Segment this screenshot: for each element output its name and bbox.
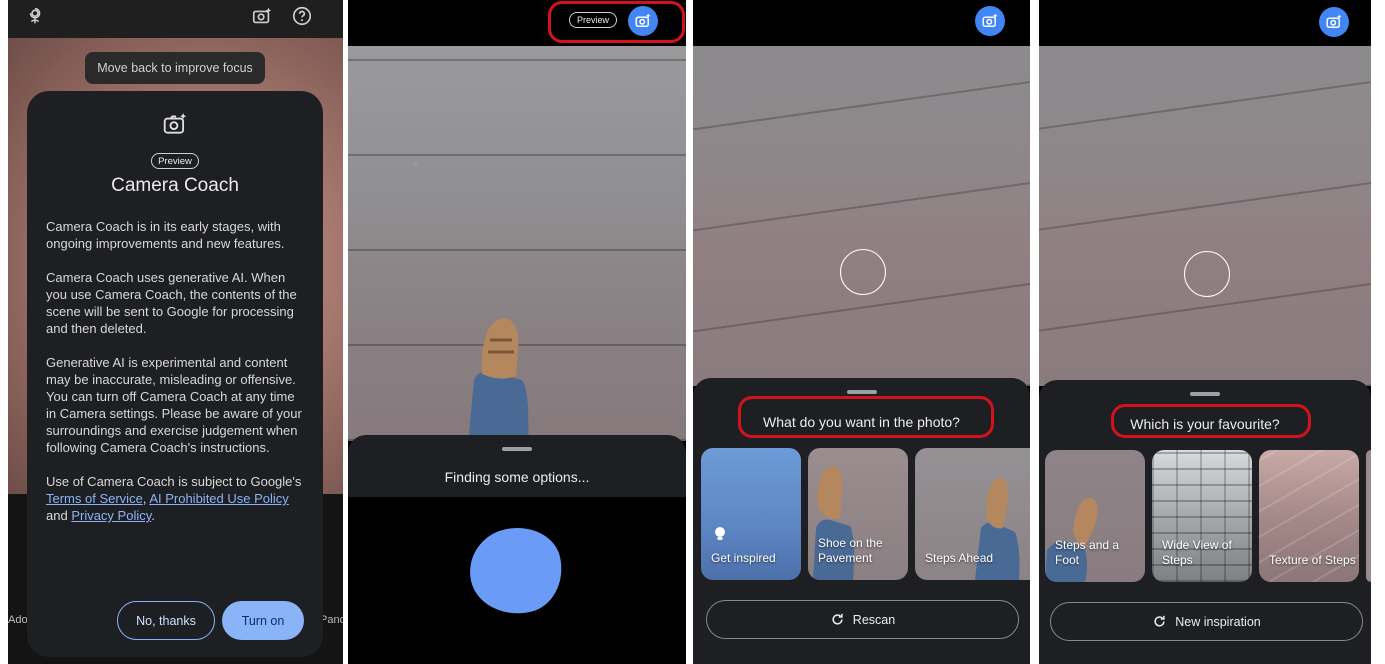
turn-on-button[interactable]: Turn on <box>222 601 304 640</box>
terms-end: . <box>151 508 155 523</box>
option-label: Shoe on the Pavement <box>818 536 883 565</box>
rescan-label: Rescan <box>852 612 896 627</box>
options-sheet: What do you want in the photo? Get inspi… <box>693 378 1030 664</box>
dialog-paragraph: Camera Coach uses generative AI. When yo… <box>46 270 297 336</box>
option-label: Get inspired <box>711 551 776 565</box>
terms-prefix: Use of Camera Coach is subject to Google… <box>46 474 302 489</box>
rescan-button[interactable]: Rescan <box>706 600 1019 639</box>
mode-label-left[interactable]: Ado <box>8 614 28 626</box>
terms-and: and <box>46 508 72 523</box>
ai-prohibited-use-policy-link[interactable]: AI Prohibited Use Policy <box>149 491 288 506</box>
terms-of-service-link[interactable]: Terms of Service <box>46 491 143 506</box>
option-card-shoe-on-pavement[interactable]: Shoe on the Pavement <box>808 448 908 580</box>
refresh-icon <box>832 613 843 625</box>
mode-label-right[interactable]: Pano <box>320 614 343 626</box>
option-card-wide-view-of-steps[interactable]: Wide View of Steps <box>1152 450 1252 582</box>
dialog-paragraph: Camera Coach is in its early stages, wit… <box>46 219 285 251</box>
highlight-box <box>1111 404 1311 438</box>
no-thanks-button[interactable]: No, thanks <box>117 601 215 640</box>
favourite-options-sheet: Which is your favourite? Steps and a Foo… <box>1039 380 1371 664</box>
help-icon[interactable] <box>291 5 313 27</box>
camera-viewfinder <box>693 46 1030 386</box>
camera-coach-consent-screen: Ado Pano Move back to improve focus Prev… <box>8 0 343 664</box>
camera-sparkle-icon <box>162 111 188 137</box>
lightbulb-icon <box>715 527 725 540</box>
finding-options-sheet: Finding some options... <box>348 435 686 664</box>
foot-in-viewfinder <box>468 318 529 445</box>
option-label: Texture of Steps <box>1269 553 1356 567</box>
highlight-box <box>548 1 685 43</box>
option-card-steps-ahead[interactable]: Steps Ahead <box>915 448 1030 580</box>
camera-coach-finding-screen: Preview Finding some options... <box>348 0 686 664</box>
option-card-steps-and-a-foot[interactable]: Steps and a Foot <box>1045 450 1145 582</box>
option-label: Steps and a Foot <box>1055 538 1120 567</box>
flower-icon[interactable] <box>24 5 46 27</box>
focus-tip-toast: Move back to improve focus <box>85 52 265 84</box>
option-label: Steps Ahead <box>925 551 994 565</box>
preview-badge: Preview <box>151 153 199 169</box>
refresh-icon <box>1154 615 1165 627</box>
new-inspiration-label: New inspiration <box>1175 614 1261 629</box>
privacy-policy-link[interactable]: Privacy Policy <box>71 508 151 523</box>
dialog-paragraph: Use of Camera Coach is subject to Google… <box>46 473 308 524</box>
camera-coach-button[interactable] <box>975 6 1005 36</box>
sheet-drag-handle[interactable] <box>846 390 877 394</box>
focus-ring <box>840 249 886 295</box>
camera-coach-favourite-screen: Which is your favourite? Steps and a Foo… <box>1039 0 1371 664</box>
dialog-body: Camera Coach is in its early stages, wit… <box>46 218 308 541</box>
camera-top-bar <box>8 0 343 38</box>
option-label: Wide View of Steps <box>1162 538 1232 567</box>
focus-ring <box>1184 251 1230 297</box>
highlight-box <box>738 396 994 438</box>
camera-coach-icon[interactable] <box>251 5 273 27</box>
finding-options-text: Finding some options... <box>444 469 590 485</box>
camera-coach-options-screen: What do you want in the photo? Get inspi… <box>693 0 1030 664</box>
camera-viewfinder <box>1039 46 1371 386</box>
dialog-title: Camera Coach <box>111 175 239 196</box>
option-card-texture-of-steps[interactable]: Texture of Steps <box>1259 450 1359 582</box>
new-inspiration-button[interactable]: New inspiration <box>1050 602 1363 641</box>
camera-coach-button[interactable] <box>1319 7 1349 37</box>
dialog-paragraph: Generative AI is experimental and conten… <box>46 355 302 455</box>
option-card-get-inspired[interactable]: Get inspired <box>701 448 801 580</box>
camera-coach-dialog: Preview Camera Coach Camera Coach is in … <box>27 91 323 657</box>
sheet-drag-handle[interactable] <box>1190 392 1220 396</box>
option-card-peek[interactable] <box>1366 450 1371 582</box>
sheet-drag-handle[interactable] <box>502 447 532 451</box>
